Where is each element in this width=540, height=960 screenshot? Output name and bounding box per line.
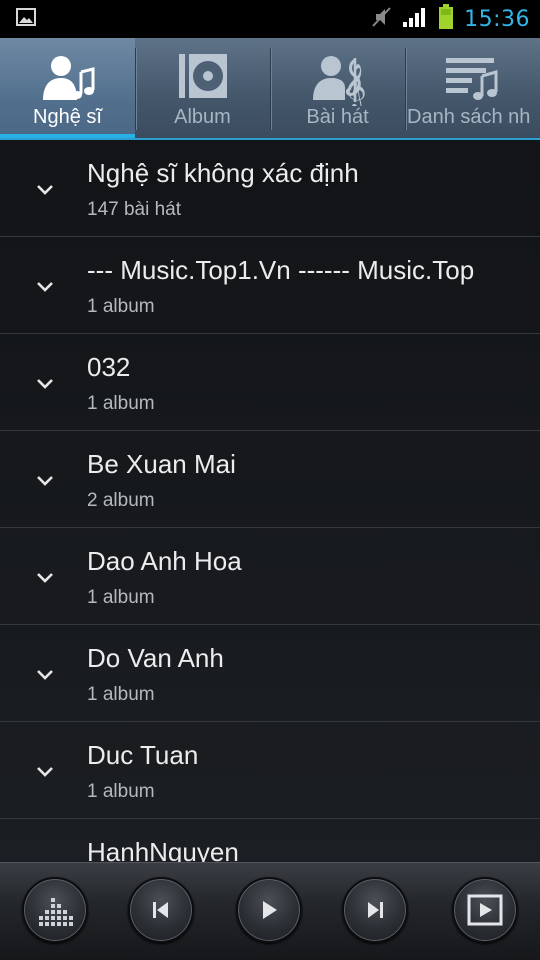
signal-icon: [402, 6, 428, 33]
album-icon: [135, 50, 270, 106]
artist-name: Do Van Anh: [87, 643, 224, 673]
tab-label: Danh sách nh: [407, 106, 531, 128]
artist-count: 1 album: [87, 393, 155, 414]
chevron-down-icon[interactable]: [34, 372, 56, 394]
equalizer-icon: [39, 898, 73, 926]
artist-name: Be Xuan Mai: [87, 449, 236, 479]
chevron-down-icon[interactable]: [34, 275, 56, 297]
gallery-icon: [16, 8, 36, 31]
artist-name: Duc Tuan: [87, 740, 199, 770]
list-item[interactable]: Dao Anh Hoa 1 album: [0, 528, 540, 625]
tab-label: Bài hát: [306, 106, 369, 128]
clock: 15:36: [464, 6, 530, 32]
chevron-down-icon[interactable]: [34, 469, 56, 491]
artist-name: Nghệ sĩ không xác định: [87, 158, 359, 188]
artist-list[interactable]: Nghệ sĩ không xác định 147 bài hát --- M…: [0, 140, 540, 862]
next-icon: [368, 902, 383, 918]
tab-label: Nghệ sĩ: [33, 106, 102, 128]
artist-count: 1 album: [87, 296, 155, 317]
song-icon: 𝄞: [270, 50, 405, 106]
chevron-down-icon[interactable]: [34, 760, 56, 782]
tab-playlists[interactable]: Danh sách nh: [405, 38, 540, 140]
list-item[interactable]: Do Van Anh 1 album: [0, 625, 540, 722]
chevron-down-icon[interactable]: [34, 178, 56, 200]
list-item[interactable]: HanhNguyen: [0, 819, 540, 862]
list-item[interactable]: Duc Tuan 1 album: [0, 722, 540, 819]
now-playing-icon: [467, 894, 503, 926]
artist-icon: [0, 50, 135, 106]
battery-icon: [438, 3, 454, 35]
play-icon: [263, 901, 277, 919]
list-item[interactable]: Be Xuan Mai 2 album: [0, 431, 540, 528]
equalizer-button[interactable]: [22, 877, 88, 943]
artist-count: 1 album: [87, 781, 155, 802]
artist-name: HanhNguyen: [87, 837, 239, 862]
artist-count: 2 album: [87, 490, 155, 511]
play-button[interactable]: [236, 877, 302, 943]
list-item[interactable]: Nghệ sĩ không xác định 147 bài hát: [0, 140, 540, 237]
artist-name: Dao Anh Hoa: [87, 546, 242, 576]
artist-name: 032: [87, 352, 131, 382]
previous-button[interactable]: [128, 877, 194, 943]
tab-songs[interactable]: 𝄞 Bài hát: [270, 38, 405, 140]
playlist-icon: [405, 50, 540, 106]
status-bar: 15:36: [0, 0, 540, 38]
artist-count: 1 album: [87, 684, 155, 705]
chevron-down-icon[interactable]: [34, 663, 56, 685]
player-bar: [0, 862, 540, 960]
tab-bar: Nghệ sĩ Album 𝄞 Bài hát Danh sách nh: [0, 38, 540, 140]
chevron-down-icon[interactable]: [34, 566, 56, 588]
now-playing-button[interactable]: [452, 877, 518, 943]
artist-count: 147 bài hát: [87, 199, 182, 220]
tab-label: Album: [174, 106, 231, 128]
tab-album[interactable]: Album: [135, 38, 270, 140]
previous-icon: [153, 902, 168, 918]
mute-icon: [370, 5, 392, 34]
list-item[interactable]: 032 1 album: [0, 334, 540, 431]
artist-name: --- Music.Top1.Vn ------ Music.Top: [87, 255, 475, 285]
next-button[interactable]: [342, 877, 408, 943]
list-item[interactable]: --- Music.Top1.Vn ------ Music.Top 1 alb…: [0, 237, 540, 334]
artist-count: 1 album: [87, 587, 155, 608]
tab-artists[interactable]: Nghệ sĩ: [0, 38, 135, 140]
